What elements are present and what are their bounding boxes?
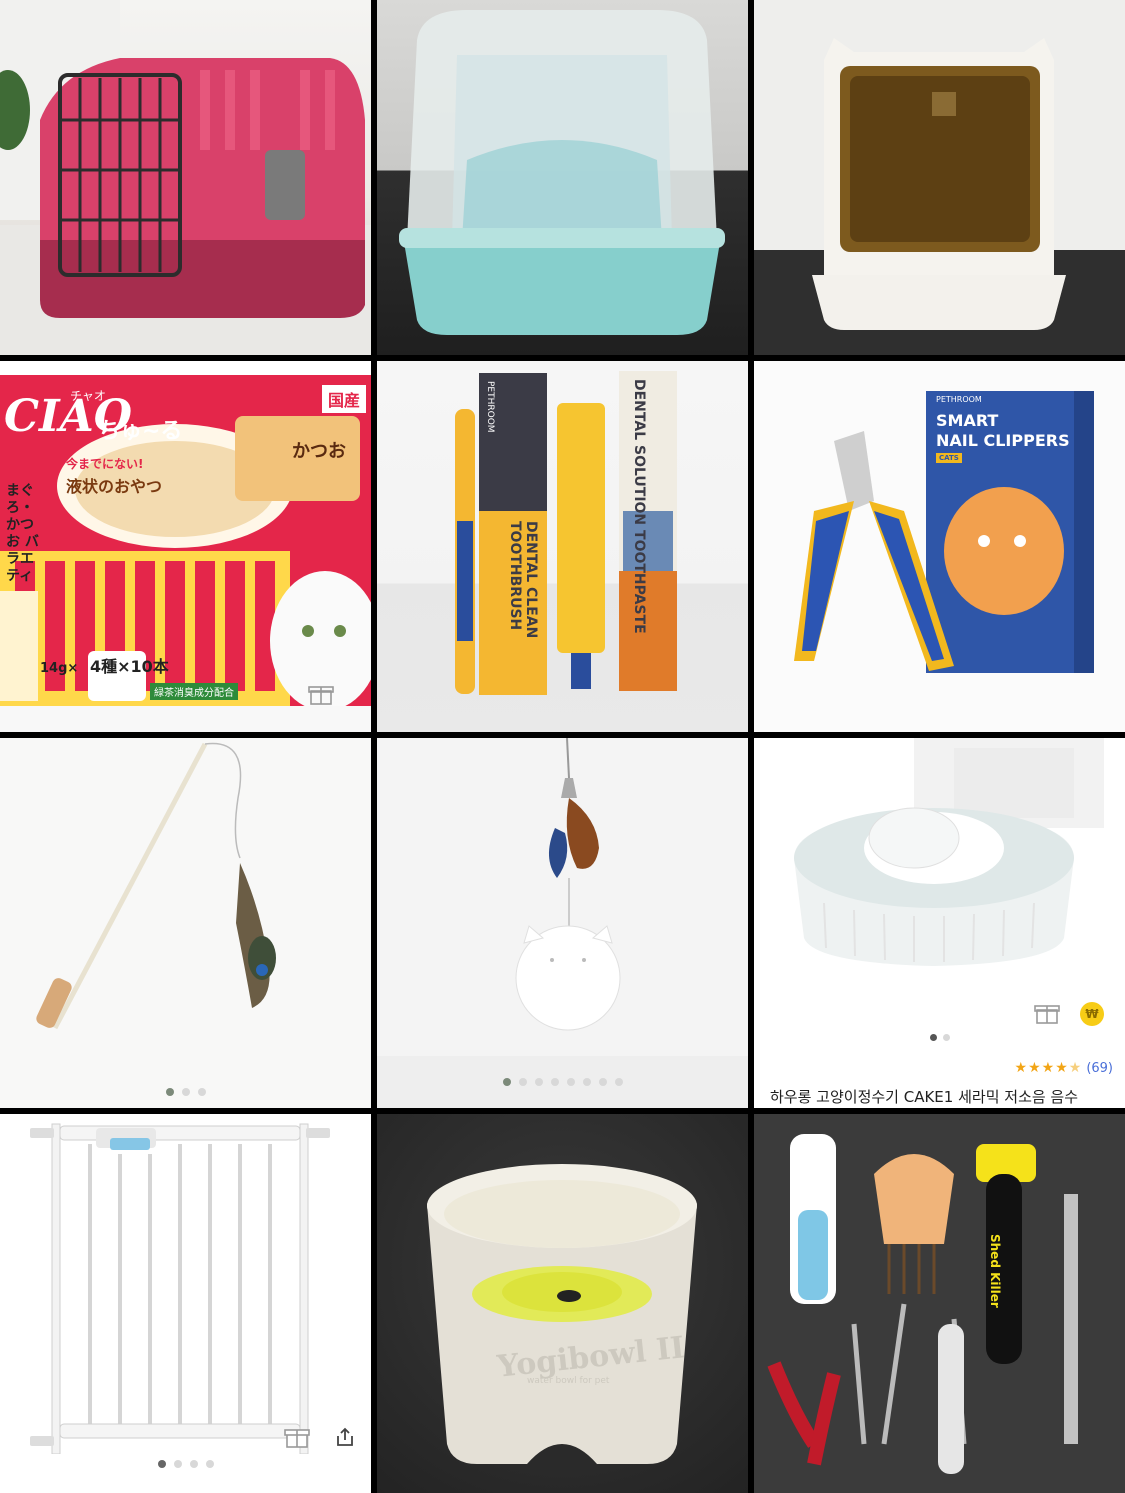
tile-water-fountain[interactable]: ₩ ★★★★★ (69) 하우롱 고양이정수기 CAKE1 세라믹 저소음 음수	[754, 738, 1125, 1108]
dental-brush-label: DENTAL CLEAN TOOTHBRUSH	[507, 521, 539, 639]
ciao-count-text: 4種×10本	[90, 657, 169, 676]
tile-ciao-churu-treats[interactable]: CIAO チャオ ちゅ~る 国産 かつお 今までにない! 液状のおやつ まぐろ・…	[0, 361, 371, 732]
carousel-dot[interactable]	[929, 1034, 937, 1041]
carousel-dot[interactable]	[550, 1078, 559, 1086]
tile-nail-clippers[interactable]: PETHROOM SMART NAIL CLIPPERS CATS	[754, 361, 1125, 732]
clipper-tag: CATS	[936, 453, 962, 463]
carousel-dot[interactable]	[582, 1078, 591, 1086]
water-fountain-photo	[794, 738, 1104, 966]
ciao-flavor-text: かつお	[292, 441, 346, 462]
ciao-tagline-2: 液状のおやつ	[66, 477, 163, 496]
carousel-dot[interactable]	[534, 1078, 543, 1086]
ciao-variety-text: まぐろ・かつお バラエティ	[6, 483, 39, 584]
carousel-dot[interactable]	[197, 1088, 206, 1096]
star-icon: ★	[1068, 1060, 1083, 1076]
pet-gate-photo	[30, 1123, 330, 1455]
carousel-dot[interactable]	[942, 1034, 950, 1041]
yogibowl-sub: water bowl for pet	[527, 1376, 610, 1386]
carousel-dot[interactable]	[502, 1078, 511, 1086]
ciao-tagline-1: 今までにない!	[66, 457, 144, 471]
ciao-made-badge: 国産	[322, 385, 367, 413]
share-icon[interactable]	[334, 1426, 356, 1448]
yogibowl-photo	[427, 1164, 697, 1464]
review-count[interactable]: (69)	[1086, 1061, 1113, 1076]
tile-feather-ball-toy[interactable]	[377, 738, 748, 1108]
star-icon: ★★★★	[1014, 1060, 1069, 1076]
dental-kit-photo	[455, 371, 677, 695]
dental-brand-label: PETHROOM	[485, 381, 495, 433]
carousel-dot[interactable]	[518, 1078, 527, 1086]
carousel-dots[interactable]	[0, 1088, 371, 1096]
tile-dental-kit[interactable]: DENTAL SOLUTION TOOTHPASTE DENTAL CLEAN …	[377, 361, 748, 732]
ciao-kana-text: チャオ	[70, 389, 106, 403]
tile-feather-wand[interactable]	[0, 738, 371, 1108]
carousel-dot[interactable]	[189, 1460, 198, 1468]
carousel-dot[interactable]	[173, 1460, 182, 1468]
clipper-title-1: SMART	[936, 411, 999, 430]
product-image-grid: CIAO チャオ ちゅ~る 国産 かつお 今までにない! 液状のおやつ まぐろ・…	[0, 0, 1125, 1493]
carousel-dot[interactable]	[157, 1460, 166, 1468]
feather-wand-photo	[36, 742, 276, 1030]
feather-ball-photo	[515, 738, 621, 1031]
carousel-dot[interactable]	[181, 1088, 190, 1096]
tile-yogibowl[interactable]: Yogibowl II water bowl for pet	[377, 1114, 748, 1493]
hooded-litter-box-photo	[399, 10, 725, 335]
tile-pet-carrier[interactable]	[0, 0, 371, 355]
carousel-dot[interactable]	[205, 1460, 214, 1468]
carousel-dots[interactable]	[754, 1034, 1125, 1041]
carousel-dots[interactable]	[377, 1078, 748, 1086]
carousel-dot[interactable]	[614, 1078, 623, 1086]
dental-paste-label: DENTAL SOLUTION TOOTHPASTE	[631, 379, 647, 634]
pet-carrier-photo	[0, 0, 371, 355]
rating-row[interactable]: ★★★★★ (69)	[1015, 1060, 1113, 1076]
ciao-weight-text: 14g×	[40, 661, 79, 676]
ciao-green-tea-label: 緑茶消臭成分配合	[150, 683, 238, 700]
gift-icon[interactable]	[1034, 1000, 1060, 1026]
gift-icon[interactable]	[284, 1424, 310, 1450]
tile-pet-gate[interactable]	[0, 1114, 371, 1493]
won-coin-icon[interactable]: ₩	[1080, 1002, 1104, 1026]
carousel-dot[interactable]	[566, 1078, 575, 1086]
gift-icon[interactable]	[308, 681, 334, 707]
tile-grooming-kit[interactable]: Shed Killer	[754, 1114, 1125, 1493]
tile-hooded-litter-box[interactable]	[377, 0, 748, 355]
clipper-title-2: NAIL CLIPPERS	[936, 431, 1070, 450]
carousel-dot[interactable]	[598, 1078, 607, 1086]
ciao-churu-text: ちゅ~る	[98, 419, 183, 444]
clipper-brand-label: PETHROOM	[936, 395, 982, 404]
white-litter-box-photo	[754, 0, 1125, 355]
carousel-dot[interactable]	[165, 1088, 174, 1096]
carousel-dots[interactable]	[0, 1460, 371, 1468]
grooming-kit-photo	[767, 1134, 1078, 1474]
shed-killer-label: Shed Killer	[988, 1234, 1002, 1308]
tile-white-litter-box[interactable]	[754, 0, 1125, 355]
product-title[interactable]: 하우롱 고양이정수기 CAKE1 세라믹 저소음 음수	[770, 1086, 1115, 1107]
